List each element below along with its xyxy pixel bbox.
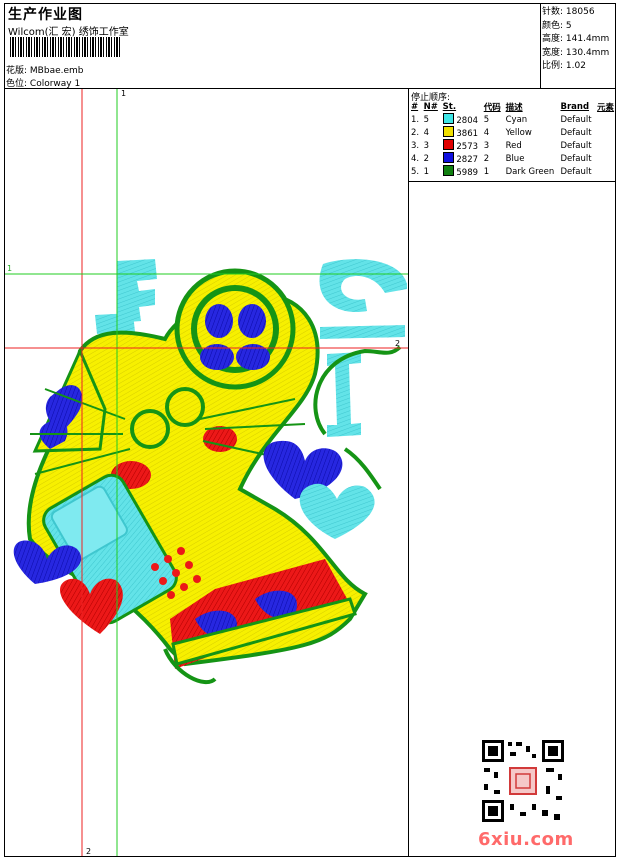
stat-width: 宽度: 130.4mm	[542, 47, 610, 58]
col-brand: Brand	[560, 102, 590, 112]
design-label: 花版:	[6, 66, 28, 76]
guide-label-red-horizontal: 2	[395, 339, 400, 348]
design-value: MBbae.emb	[29, 66, 84, 76]
qr-code-icon	[480, 738, 566, 824]
colorway-line: 色位: Colorway 1	[6, 76, 80, 89]
guide-label-red-vertical: 2	[86, 847, 91, 856]
barcode	[10, 37, 120, 57]
table-row: 5. 1 5989 1 Dark Green Default	[411, 165, 592, 178]
guide-label-green-vertical: 1	[121, 89, 126, 98]
color-swatch	[442, 126, 454, 137]
color-swatch	[442, 152, 454, 163]
color-swatch	[442, 113, 454, 124]
colorway-label: 色位:	[6, 79, 28, 89]
col-desc: 描述	[505, 103, 523, 113]
table-row: 4. 2 2827 2 Blue Default	[411, 152, 592, 165]
col-code: 代码	[483, 103, 501, 113]
colorway-value: Colorway 1	[29, 79, 81, 89]
color-swatch	[442, 165, 454, 176]
col-n: N#	[423, 102, 438, 112]
site-watermark: 6xiu.com	[478, 829, 574, 850]
stop-table-bottom	[408, 181, 616, 182]
stop-sequence-table: # N# St. 代码 描述 Brand 元素 1. 5 2804 5 Cyan D…	[409, 101, 617, 178]
design-file-line: 花版: MBbae.emb	[6, 63, 84, 76]
table-row: 3. 3 2573 3 Red Default	[411, 139, 592, 152]
seal-icon	[509, 767, 537, 795]
table-row: 1. 5 2804 5 Cyan Default	[411, 113, 592, 126]
stat-colors: 颜色: 5	[542, 20, 572, 31]
stats-panel: 针数: 18056 颜色: 5 高度: 141.4mm 宽度: 130.4mm …	[542, 6, 609, 74]
cyan-heart	[299, 483, 375, 539]
col-element: 元素	[597, 103, 615, 113]
color-swatch	[442, 139, 454, 150]
stat-scale: 比例: 1.02	[542, 61, 586, 71]
table-header-row: # N# St. 代码 描述 Brand 元素	[409, 101, 617, 113]
canvas-panel-divider	[408, 88, 409, 857]
stat-height: 高度: 141.4mm	[542, 34, 610, 44]
col-num: #	[411, 102, 419, 112]
stat-stitches: 针数: 18056	[542, 7, 595, 17]
table-row: 2. 4 3861 4 Yellow Default	[411, 126, 592, 139]
col-st: St.	[442, 102, 457, 112]
embroidery-preview: 1 1 2 2	[5, 89, 408, 856]
guide-label-green-horizontal: 1	[7, 264, 12, 273]
page-title: 生产作业图	[8, 7, 83, 23]
studio-subtitle: Wilcom(汇 宏) 绣饰工作室	[8, 27, 129, 38]
design-canvas[interactable]: 1 1 2 2	[5, 89, 408, 856]
header-stats-divider	[540, 3, 541, 88]
